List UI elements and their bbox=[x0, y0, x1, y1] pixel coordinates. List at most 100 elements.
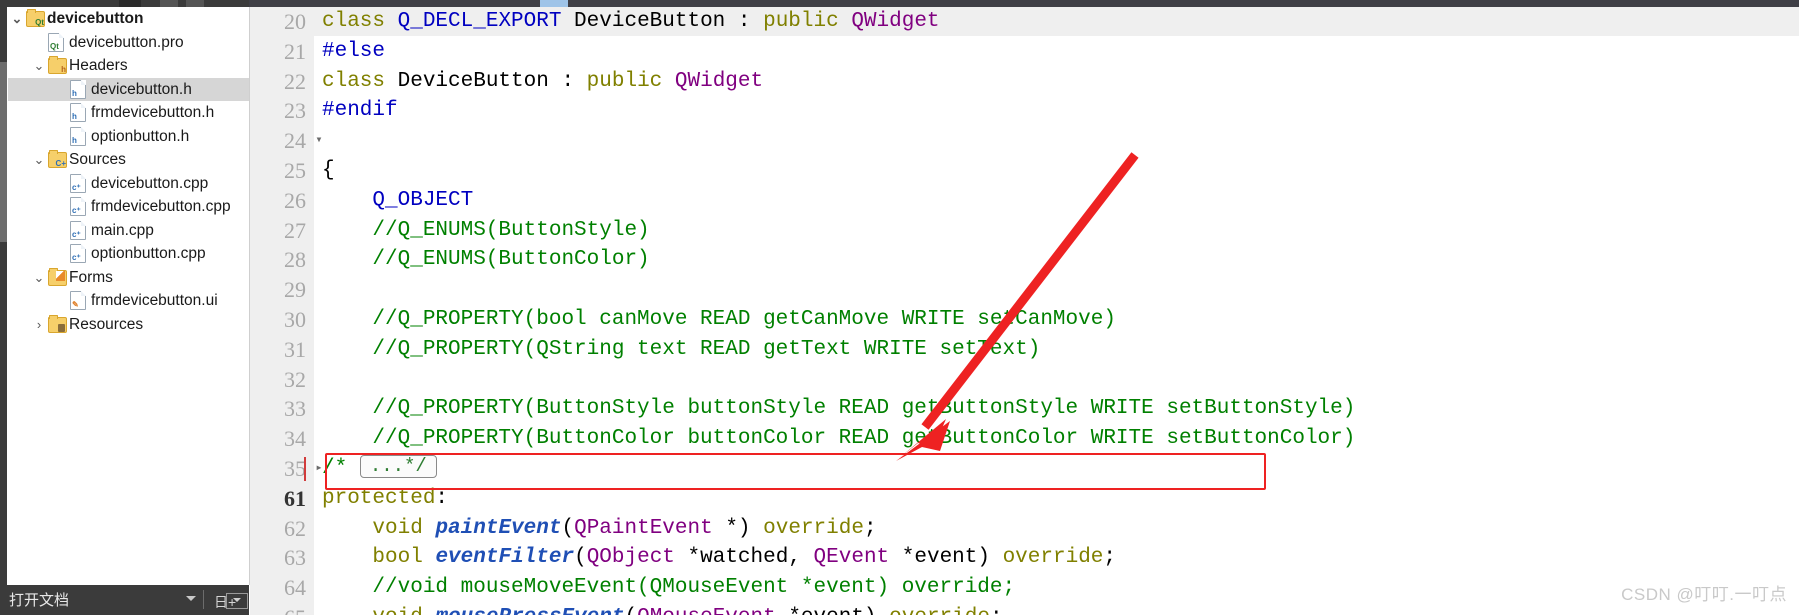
tree-item-forms[interactable]: ⌄ Forms bbox=[8, 266, 249, 290]
tree-item-devicebutton[interactable]: ⌄ Qt devicebutton bbox=[8, 7, 249, 31]
tree-item-optionbutton-cpp[interactable]: c⁺ optionbutton.cpp bbox=[8, 242, 249, 266]
code-token: *watched, bbox=[674, 546, 814, 570]
tree-item-frmdevicebutton-ui[interactable]: ✎ frmdevicebutton.ui bbox=[8, 289, 249, 313]
annotation-rectangle bbox=[325, 453, 1266, 490]
toolbar-button-a[interactable] bbox=[119, 0, 141, 7]
file-cpp-icon: c⁺ bbox=[70, 244, 86, 263]
tree-item-icon: h bbox=[70, 125, 91, 146]
toolbar-button-c[interactable] bbox=[186, 0, 204, 7]
tree-item-label: devicebutton.h bbox=[91, 80, 192, 98]
code-text: #else bbox=[322, 37, 385, 67]
tree-item-label: Sources bbox=[69, 151, 126, 169]
open-documents-bar[interactable]: 打开文档 日+ bbox=[0, 585, 249, 615]
code-token: *) bbox=[712, 516, 764, 540]
chevron-down-icon[interactable]: ⌄ bbox=[30, 148, 48, 172]
line-number: 64 bbox=[284, 575, 306, 601]
code-token: QObject bbox=[586, 546, 675, 570]
close-split-icon[interactable] bbox=[226, 593, 248, 609]
code-text: //void mouseMoveEvent(QMouseEvent *event… bbox=[322, 573, 1015, 603]
line-number: 32 bbox=[284, 366, 306, 392]
code-token: //Q_PROPERTY(bool canMove READ getCanMov… bbox=[322, 308, 1116, 331]
tree-item-main-cpp[interactable]: c⁺ main.cpp bbox=[8, 219, 249, 243]
line-number: 62 bbox=[284, 515, 306, 541]
tree-item-frmdevicebutton-cpp[interactable]: c⁺ frmdevicebutton.cpp bbox=[8, 195, 249, 219]
fold-open-icon[interactable]: ▾ bbox=[312, 126, 326, 156]
tree-item-devicebutton-h[interactable]: h devicebutton.h bbox=[8, 77, 249, 102]
tree-item-label: devicebutton.cpp bbox=[91, 174, 209, 192]
line-number: 61 bbox=[284, 485, 306, 511]
chevron-down-icon[interactable] bbox=[186, 596, 196, 601]
tree-item-headers[interactable]: ⌄ h Headers bbox=[8, 54, 249, 78]
line-number: 23 bbox=[284, 98, 306, 124]
code-text: #endif bbox=[322, 96, 398, 126]
code-token: ; bbox=[1103, 546, 1117, 570]
line-number: 28 bbox=[284, 247, 306, 273]
file-cpp-icon: c⁺ bbox=[70, 173, 86, 193]
tree-item-label: devicebutton.pro bbox=[69, 33, 184, 51]
code-token: void bbox=[372, 516, 423, 540]
line-number: 31 bbox=[284, 336, 306, 362]
line-number: 21 bbox=[284, 38, 306, 64]
code-token: Q_DECL_EXPORT bbox=[397, 10, 562, 33]
line-number: 65 bbox=[250, 603, 306, 615]
folded-code-block[interactable]: ...*/ bbox=[359, 455, 437, 478]
tree-item-devicebutton-pro[interactable]: Qt devicebutton.pro bbox=[8, 31, 249, 55]
tree-item-label: frmdevicebutton.h bbox=[91, 104, 215, 122]
tree-item-optionbutton-h[interactable]: h optionbutton.h bbox=[8, 125, 249, 149]
tree-item-icon: Qt bbox=[48, 31, 69, 52]
code-token: public bbox=[586, 69, 663, 93]
code-text: bool eventFilter(QObject *watched, QEven… bbox=[322, 543, 1116, 573]
code-token: QEvent bbox=[813, 546, 890, 570]
tree-item-resources[interactable]: › Resources bbox=[8, 313, 249, 337]
toolbar-button-d[interactable] bbox=[540, 0, 568, 7]
chevron-down-icon[interactable]: ⌄ bbox=[30, 54, 48, 78]
code-text: Q_OBJECT bbox=[322, 186, 473, 216]
chevron-right-icon[interactable]: › bbox=[30, 313, 48, 337]
line-number: 27 bbox=[284, 217, 306, 243]
project-tree[interactable]: ⌄ Qt devicebutton Qt devicebutton.pro ⌄ h Head… bbox=[8, 7, 249, 336]
line-number: 34 bbox=[284, 426, 306, 452]
file-pro-icon: Qt bbox=[48, 32, 64, 52]
tree-item-icon: h bbox=[70, 78, 91, 99]
project-tree-panel[interactable]: ⌄ Qt devicebutton Qt devicebutton.pro ⌄ h Head… bbox=[0, 7, 250, 585]
code-token: //Q_PROPERTY(ButtonColor buttonColor REA… bbox=[322, 427, 1356, 451]
code-token: override bbox=[763, 516, 864, 540]
tree-item-label: Forms bbox=[69, 268, 113, 286]
tree-item-frmdevicebutton-h[interactable]: h frmdevicebutton.h bbox=[8, 101, 249, 125]
tree-item-icon: c⁺ bbox=[70, 172, 91, 193]
tree-item-sources[interactable]: ⌄ C+ Sources bbox=[8, 148, 249, 172]
code-editor[interactable]: 20 class Q_DECL_EXPORT DeviceButton : pub… bbox=[250, 7, 1799, 615]
line-number: 20 bbox=[284, 9, 306, 34]
file-ui-icon: ✎ bbox=[70, 291, 86, 310]
code-token: paintEvent bbox=[435, 516, 562, 540]
code-token: mousePressEvent bbox=[435, 606, 624, 615]
code-token: QWidget bbox=[838, 10, 940, 33]
tree-item-icon: C+ bbox=[48, 150, 69, 168]
code-token: #endif bbox=[322, 99, 398, 123]
chevron-down-icon[interactable]: ⌄ bbox=[30, 266, 48, 290]
qt-creator-window: ⌄ Qt devicebutton Qt devicebutton.pro ⌄ h Head… bbox=[0, 0, 1799, 615]
vertical-scrollbar[interactable] bbox=[0, 62, 7, 242]
code-token: ; bbox=[990, 606, 1003, 615]
code-token: protected bbox=[322, 486, 436, 510]
chevron-down-icon[interactable]: ⌄ bbox=[8, 7, 26, 31]
code-text: class Q_DECL_EXPORT DeviceButton : publi… bbox=[322, 7, 940, 37]
tree-item-devicebutton-cpp[interactable]: c⁺ devicebutton.cpp bbox=[8, 172, 249, 196]
line-number: 30 bbox=[284, 307, 306, 332]
fold-gutter[interactable] bbox=[310, 7, 314, 615]
code-text: protected: bbox=[322, 484, 448, 514]
toolbar-button-b[interactable] bbox=[160, 0, 178, 7]
code-token: class bbox=[322, 10, 398, 33]
code-text: //Q_PROPERTY(QString text READ getText W… bbox=[322, 335, 1040, 365]
